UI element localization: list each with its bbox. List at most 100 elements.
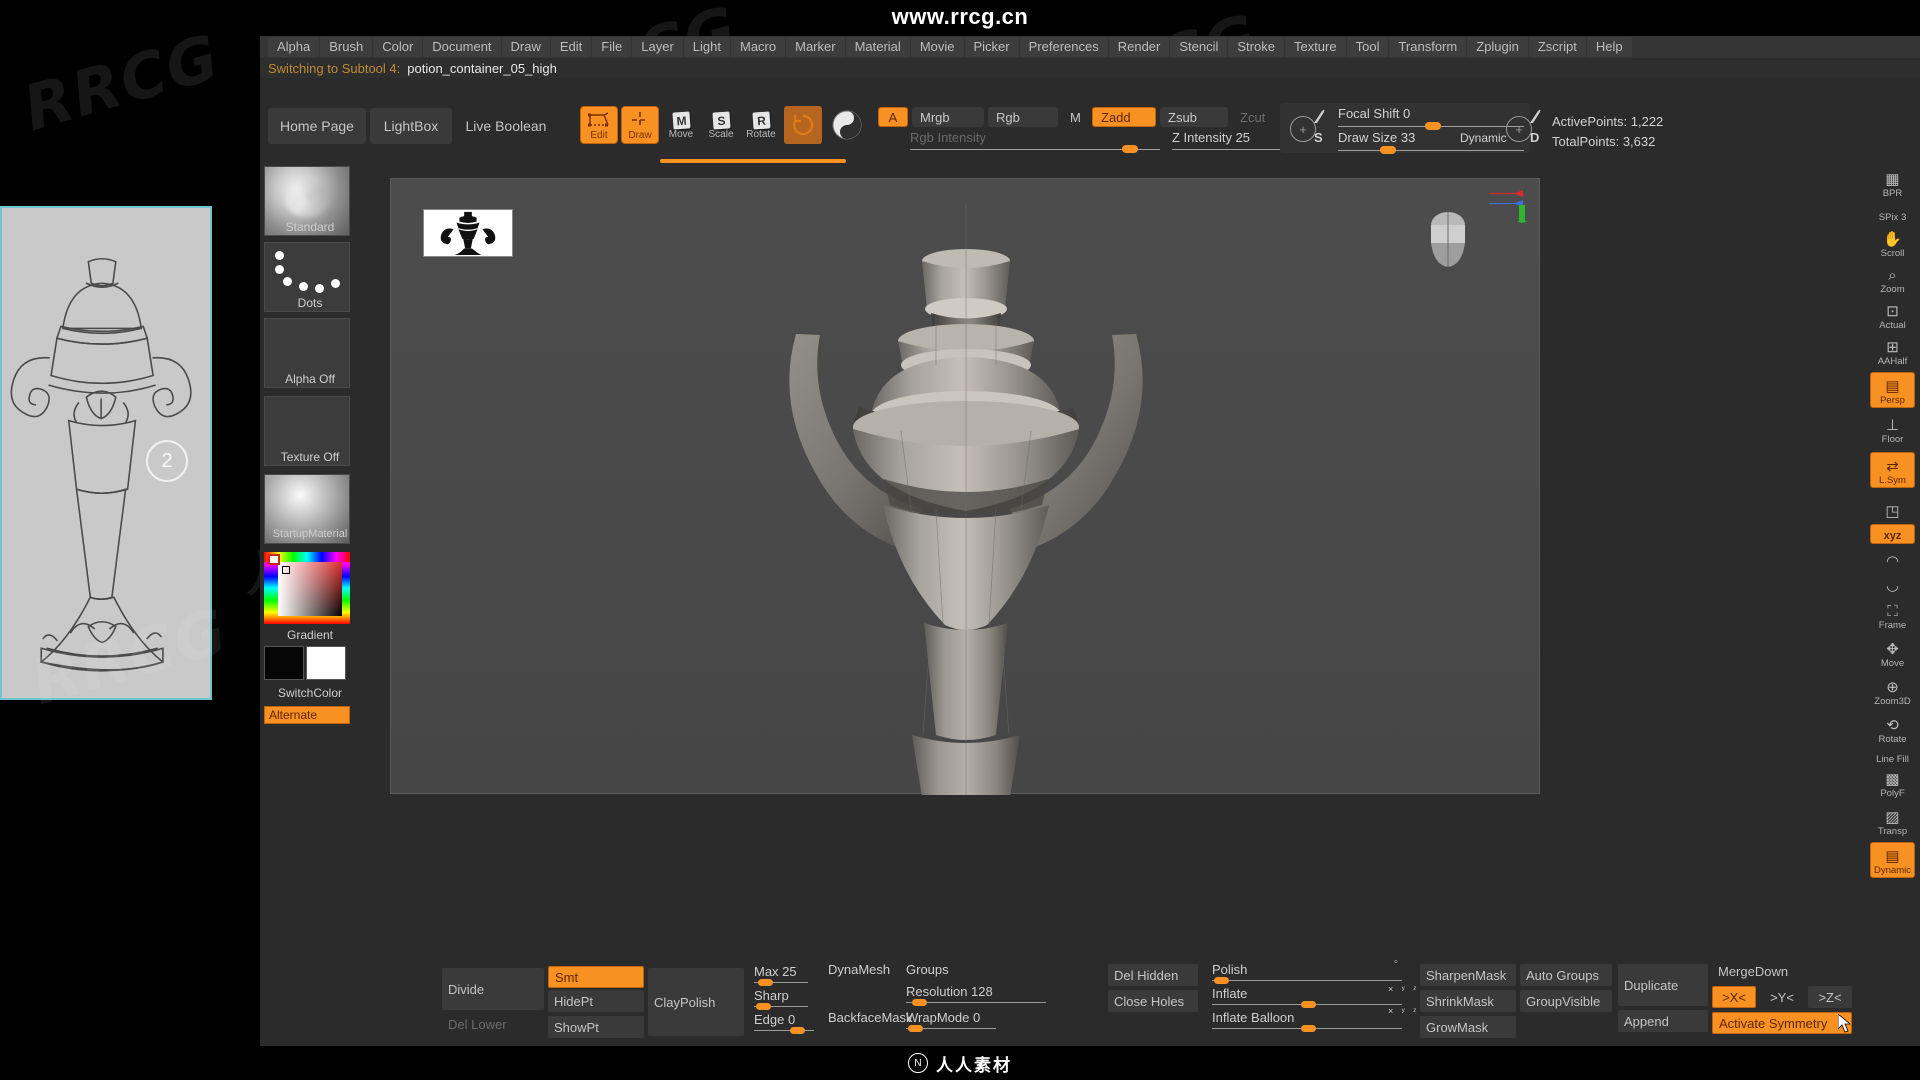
max-knob[interactable] xyxy=(758,979,773,986)
curve-down-button[interactable]: ◡ xyxy=(1870,572,1915,594)
backfacemask-label[interactable]: BackfaceMask xyxy=(828,1010,913,1025)
rotate-button[interactable]: R Rotate xyxy=(744,106,778,140)
rgb-intensity-slider[interactable]: Rgb Intensity xyxy=(910,130,986,145)
menu-item-zscript[interactable]: Zscript xyxy=(1528,37,1586,57)
menu-item-help[interactable]: Help xyxy=(1586,37,1632,57)
material-sphere-button[interactable] xyxy=(828,106,866,144)
mrgb-toggle[interactable]: Mrgb xyxy=(912,107,984,127)
menu-item-brush[interactable]: Brush xyxy=(320,37,373,57)
mask-axis-icon-2[interactable]: × ʸ ᶻ xyxy=(1388,1006,1419,1016)
alpha-channel-toggle[interactable]: A xyxy=(878,107,908,127)
zadd-toggle[interactable]: Zadd xyxy=(1092,107,1156,127)
symmetry-x-button[interactable]: >X< xyxy=(1712,986,1756,1008)
scale-button[interactable]: S Scale xyxy=(704,106,738,140)
live-boolean-button[interactable]: Live Boolean xyxy=(456,108,556,144)
scroll-button[interactable]: ✋ Scroll xyxy=(1870,226,1915,260)
curve-up-button[interactable]: ◠ xyxy=(1870,548,1915,570)
divide-button[interactable]: Divide xyxy=(442,968,544,1010)
mask-axis-icon-1[interactable]: × ʸ ᶻ xyxy=(1388,984,1419,994)
spix-button[interactable]: SPix 3 xyxy=(1870,202,1915,224)
inflate-knob[interactable] xyxy=(1301,1001,1316,1008)
showpt-button[interactable]: ShowPt xyxy=(548,1016,644,1038)
menu-item-movie[interactable]: Movie xyxy=(910,37,964,57)
menu-item-texture[interactable]: Texture xyxy=(1284,37,1346,57)
z-intensity-slider[interactable]: Z Intensity 25 xyxy=(1172,130,1250,145)
grow-mask-button[interactable]: GrowMask xyxy=(1420,1016,1516,1038)
menu-item-edit[interactable]: Edit xyxy=(550,37,592,57)
hidept-button[interactable]: HidePt xyxy=(548,990,644,1012)
draw-button[interactable]: Draw xyxy=(621,106,659,144)
xyz-button[interactable]: xyz xyxy=(1870,524,1915,544)
zoom-button[interactable]: ⌕ Zoom xyxy=(1870,262,1915,296)
wrapmode-knob[interactable] xyxy=(908,1025,923,1032)
menu-item-alpha[interactable]: Alpha xyxy=(268,37,320,57)
canvas-area[interactable] xyxy=(360,164,1752,954)
polish-knob[interactable] xyxy=(1214,977,1229,984)
floor-button[interactable]: ⊥ Floor xyxy=(1870,412,1915,446)
bpr-button[interactable]: ▦ BPR xyxy=(1870,164,1915,200)
rotate-view-button[interactable]: ⟲ Rotate xyxy=(1870,712,1915,746)
dynamic-button[interactable]: ▤ Dynamic xyxy=(1870,842,1915,878)
edit-button[interactable]: Edit xyxy=(580,106,618,144)
frame-button[interactable]: ⛶ Frame xyxy=(1870,598,1915,632)
menu-item-picker[interactable]: Picker xyxy=(964,37,1019,57)
lightbox-button[interactable]: LightBox xyxy=(370,108,452,144)
menu-item-stroke[interactable]: Stroke xyxy=(1228,37,1284,57)
persp-button[interactable]: ▤ Persp xyxy=(1870,372,1915,408)
transp-button[interactable]: ▨ Transp xyxy=(1870,804,1915,838)
smt-toggle[interactable]: Smt xyxy=(548,966,644,988)
move-view-button[interactable]: ✥ Move xyxy=(1870,636,1915,670)
aahalf-button[interactable]: ⊞ AAHalf xyxy=(1870,334,1915,368)
menu-item-layer[interactable]: Layer xyxy=(632,37,683,57)
local-symmetry-button[interactable]: ⇄ L.Sym xyxy=(1870,452,1915,488)
zoom3d-button[interactable]: ⊕ Zoom3D xyxy=(1870,674,1915,708)
home-page-button[interactable]: Home Page xyxy=(268,108,366,144)
resolution-track[interactable] xyxy=(906,1002,1046,1003)
polish-track[interactable] xyxy=(1212,980,1402,981)
menu-item-transform[interactable]: Transform xyxy=(1389,37,1467,57)
rgb-toggle[interactable]: Rgb xyxy=(988,107,1058,127)
menu-item-stencil[interactable]: Stencil xyxy=(1170,37,1228,57)
sharp-knob[interactable] xyxy=(756,1003,771,1010)
del-hidden-button[interactable]: Del Hidden xyxy=(1108,964,1198,986)
draw-size-knob[interactable] xyxy=(1380,146,1396,154)
color-marker-inner[interactable] xyxy=(282,566,290,574)
primary-color-swatch[interactable] xyxy=(264,646,304,680)
draw-size-track[interactable] xyxy=(1338,150,1524,151)
menu-item-file[interactable]: File xyxy=(592,37,632,57)
navigation-cube[interactable] xyxy=(1419,207,1477,269)
axis-gizmo[interactable] xyxy=(1489,189,1529,223)
activate-symmetry-button[interactable]: Activate Symmetry xyxy=(1712,1012,1852,1034)
transform-button[interactable]: ◳ xyxy=(1870,492,1915,520)
symmetry-z-button[interactable]: >Z< xyxy=(1808,986,1852,1008)
m-toggle[interactable]: M xyxy=(1062,107,1088,127)
menu-item-tool[interactable]: Tool xyxy=(1346,37,1389,57)
menu-item-light[interactable]: Light xyxy=(683,37,730,57)
auto-groups-button[interactable]: Auto Groups xyxy=(1520,964,1612,986)
viewport[interactable] xyxy=(390,178,1540,795)
menu-item-material[interactable]: Material xyxy=(845,37,910,57)
dynamesh-label[interactable]: DynaMesh xyxy=(828,962,890,977)
secondary-color-swatch[interactable] xyxy=(306,646,346,680)
alternate-button[interactable]: Alternate xyxy=(264,706,350,724)
zsub-toggle[interactable]: Zsub xyxy=(1160,107,1228,127)
sharpen-mask-button[interactable]: SharpenMask xyxy=(1420,964,1516,986)
menu-item-zplugin[interactable]: Zplugin xyxy=(1467,37,1528,57)
menu-item-document[interactable]: Document xyxy=(423,37,501,57)
color-marker-outer[interactable] xyxy=(268,554,280,565)
move-button[interactable]: M Move xyxy=(664,106,698,140)
close-holes-button[interactable]: Close Holes xyxy=(1108,990,1198,1012)
actual-button[interactable]: ⊡ Actual xyxy=(1870,298,1915,332)
menu-item-preferences[interactable]: Preferences xyxy=(1019,37,1108,57)
symmetry-toggle-button[interactable] xyxy=(784,106,822,144)
edge-knob[interactable] xyxy=(790,1027,805,1034)
claypolish-button[interactable]: ClayPolish xyxy=(648,968,744,1036)
mask-mode-icon[interactable]: ◦ xyxy=(1394,956,1398,968)
duplicate-button[interactable]: Duplicate xyxy=(1618,964,1708,1006)
shrink-mask-button[interactable]: ShrinkMask xyxy=(1420,990,1516,1012)
focal-shift-knob[interactable] xyxy=(1425,122,1441,130)
menu-item-marker[interactable]: Marker xyxy=(786,37,845,57)
menu-item-macro[interactable]: Macro xyxy=(730,37,786,57)
symmetry-y-button[interactable]: >Y< xyxy=(1760,986,1804,1008)
inflate-balloon-knob[interactable] xyxy=(1301,1025,1316,1032)
